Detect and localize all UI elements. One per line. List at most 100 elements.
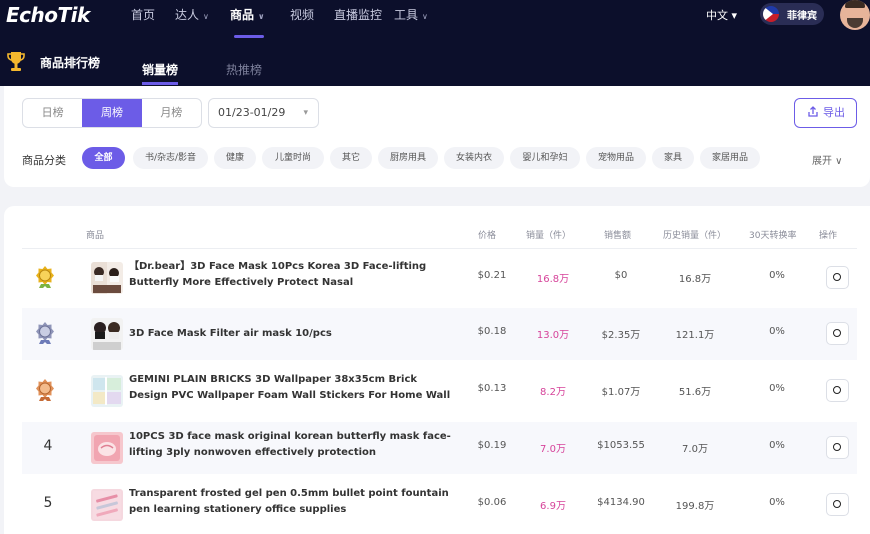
nav-videos[interactable]: 视频 — [290, 6, 314, 23]
sales-cell: 6.9万 — [540, 501, 566, 512]
table-row[interactable]: 【Dr.bear】3D Face Mask 10Pcs Korea 3D Fac… — [22, 252, 857, 304]
gold-medal-icon — [36, 266, 54, 288]
product-name[interactable]: Transparent frosted gel pen 0.5mm bullet… — [129, 486, 459, 519]
column-header-sales[interactable]: 销量（件） — [526, 228, 571, 241]
chevron-down-icon: ▾ — [303, 108, 308, 118]
sales-cell: 13.0万 — [536, 330, 570, 341]
date-range-select[interactable]: 01/23-01/29 ▾ — [208, 98, 319, 128]
bronze-medal-icon — [36, 379, 54, 401]
category-chip[interactable]: 家居用品 — [700, 147, 760, 169]
column-header-total-sales[interactable]: 历史销量（件） — [663, 228, 726, 241]
nav-tools[interactable]: 工具 ∨ — [394, 6, 428, 23]
table-row[interactable]: 5 Transparent frosted gel pen 0.5mm bull… — [22, 479, 857, 531]
trophy-icon — [7, 52, 25, 71]
top-nav: EchoTik 首页 达人 ∨ 商品 ∨ 视频 直播监控 工具 ∨ 中文 ▾ 菲律宾 … — [0, 0, 870, 86]
date-range-value: 01/23-01/29 — [218, 106, 286, 119]
chevron-down-icon: ∨ — [258, 12, 265, 21]
category-chip[interactable]: 其它 — [330, 147, 372, 169]
expand-categories-button[interactable]: 展开 ∨ — [812, 152, 843, 167]
silver-medal-icon — [36, 322, 54, 344]
sales-cell: 16.8万 — [536, 274, 570, 285]
table-row[interactable]: GEMINI PLAIN BRICKS 3D Wallpaper 38x35cm… — [22, 365, 857, 417]
ranking-table: 商品 价格 销量（件） 销售额 历史销量（件） 30天转换率 操作 【Dr.be… — [4, 206, 870, 534]
revenue-cell: $2.35万 — [601, 330, 641, 341]
product-thumbnail[interactable] — [91, 262, 123, 294]
revenue-cell: $1.07万 — [601, 387, 641, 398]
product-thumbnail[interactable] — [91, 318, 123, 350]
search-detail-button[interactable] — [826, 436, 849, 459]
sales-cell: 7.0万 — [540, 444, 566, 455]
period-daily-button[interactable]: 日榜 — [23, 99, 82, 127]
nav-products[interactable]: 商品 ∨ — [230, 6, 265, 23]
table-row[interactable]: 3D Face Mask Filter air mask 10/pcs $0.1… — [22, 308, 857, 360]
nav-influencers[interactable]: 达人 ∨ — [175, 6, 209, 23]
chevron-down-icon: ∨ — [203, 12, 209, 21]
category-chip-all[interactable]: 全部 — [82, 147, 125, 169]
product-thumbnail[interactable] — [91, 375, 123, 407]
revenue-cell: $4134.90 — [597, 497, 645, 508]
language-selector[interactable]: 中文 ▾ — [706, 7, 737, 23]
column-header-product: 商品 — [86, 231, 105, 241]
total-sales-cell: 199.8万 — [675, 501, 715, 512]
revenue-cell: $1053.55 — [597, 440, 645, 451]
tab-sales-ranking[interactable]: 销量榜 — [142, 61, 178, 78]
country-label: 菲律宾 — [787, 11, 817, 22]
nav-active-indicator — [234, 35, 264, 38]
product-thumbnail[interactable] — [91, 489, 123, 521]
total-sales-cell: 51.6万 — [678, 387, 712, 398]
rank-number: 5 — [43, 495, 53, 511]
conversion-cell: 0% — [769, 383, 785, 394]
category-chip[interactable]: 健康 — [214, 147, 256, 169]
period-weekly-button[interactable]: 周榜 — [82, 99, 142, 127]
export-icon — [808, 106, 818, 117]
category-chip[interactable]: 厨房用具 — [378, 147, 438, 169]
category-chip[interactable]: 婴儿和孕妇 — [510, 147, 580, 169]
column-header-revenue[interactable]: 销售额 — [604, 228, 631, 241]
export-label: 导出 — [823, 106, 845, 119]
conversion-cell: 0% — [769, 326, 785, 337]
export-button[interactable]: 导出 — [794, 98, 857, 128]
category-chip[interactable]: 宠物用品 — [586, 147, 646, 169]
conversion-cell: 0% — [769, 270, 785, 281]
column-header-conversion[interactable]: 30天转换率 — [749, 228, 796, 241]
chevron-down-icon: ∨ — [422, 12, 428, 21]
price-cell: $0.06 — [477, 497, 507, 508]
column-header-price[interactable]: 价格 — [478, 228, 496, 241]
table-row[interactable]: 4 10PCS 3D face mask original korean but… — [22, 422, 857, 474]
price-cell: $0.18 — [477, 326, 507, 337]
echotik-logo[interactable]: EchoTik — [6, 3, 90, 27]
tab-hot-ranking[interactable]: 热推榜 — [226, 61, 262, 78]
product-name[interactable]: 3D Face Mask Filter air mask 10/pcs — [129, 326, 459, 359]
product-name[interactable]: 【Dr.bear】3D Face Mask 10Pcs Korea 3D Fac… — [129, 259, 459, 292]
category-chip[interactable]: 家具 — [652, 147, 694, 169]
conversion-cell: 0% — [769, 497, 785, 508]
user-avatar[interactable] — [840, 0, 870, 30]
revenue-cell: $0 — [614, 270, 628, 281]
page-title: 商品排行榜 — [40, 56, 101, 70]
category-chip[interactable]: 书/杂志/影音 — [133, 147, 208, 169]
category-chip[interactable]: 女装内衣 — [444, 147, 504, 169]
period-toggle: 日榜 周榜 月榜 — [22, 98, 202, 128]
conversion-cell: 0% — [769, 440, 785, 451]
product-thumbnail[interactable] — [91, 432, 123, 464]
search-detail-button[interactable] — [826, 493, 849, 516]
filter-panel: 日榜 周榜 月榜 01/23-01/29 ▾ 导出 商品分类 全部 书/杂志/影… — [4, 86, 870, 187]
header-divider — [22, 248, 857, 249]
price-cell: $0.13 — [477, 383, 507, 394]
column-header-action: 操作 — [819, 231, 838, 241]
nav-home[interactable]: 首页 — [131, 6, 155, 23]
product-name[interactable]: GEMINI PLAIN BRICKS 3D Wallpaper 38x35cm… — [129, 372, 459, 405]
nav-live-monitor[interactable]: 直播监控 — [334, 6, 382, 23]
category-chip[interactable]: 儿童时尚 — [262, 147, 324, 169]
search-detail-button[interactable] — [826, 266, 849, 289]
total-sales-cell: 16.8万 — [678, 274, 712, 285]
rank-number: 4 — [43, 438, 53, 454]
sales-cell: 8.2万 — [540, 387, 566, 398]
category-label: 商品分类 — [22, 154, 66, 167]
search-detail-button[interactable] — [826, 322, 849, 345]
total-sales-cell: 7.0万 — [682, 444, 708, 455]
search-detail-button[interactable] — [826, 379, 849, 402]
period-monthly-button[interactable]: 月榜 — [142, 99, 201, 127]
country-selector[interactable]: 菲律宾 — [760, 3, 824, 25]
product-name[interactable]: 10PCS 3D face mask original korean butte… — [129, 429, 459, 462]
